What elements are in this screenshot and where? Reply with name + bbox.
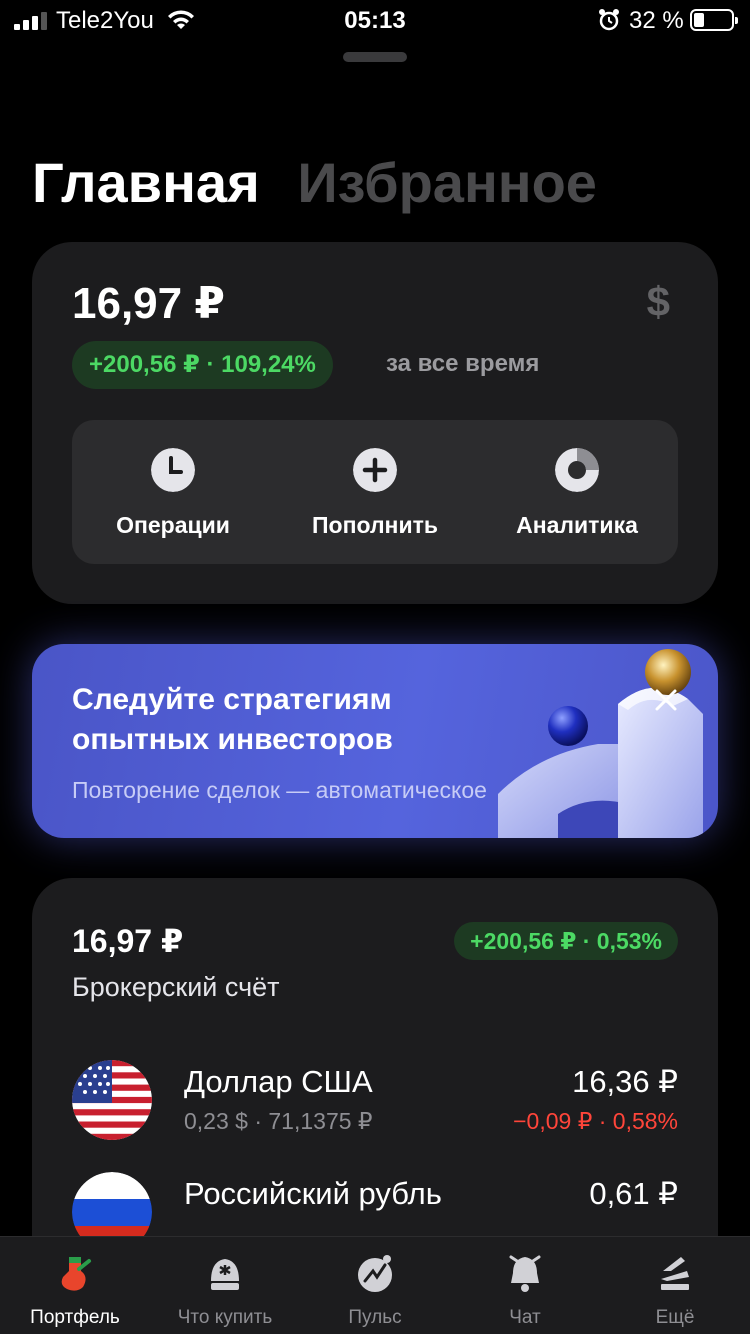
tab-more[interactable]: Ещё (600, 1237, 750, 1334)
portfolio-total: 16,97 ₽ (72, 279, 225, 328)
banner-subtitle: Повторение сделок — автоматическое (72, 777, 487, 803)
account-gain-badge: +200,56 ₽ · 0,53% (454, 922, 678, 960)
portfolio-icon (61, 1257, 91, 1291)
tab-favorites[interactable]: Избранное (297, 151, 597, 214)
close-icon[interactable] (648, 682, 684, 718)
top-up-button[interactable]: Пополнить (274, 420, 476, 564)
pulse-icon (358, 1255, 392, 1292)
top-up-label: Пополнить (312, 512, 438, 538)
tab-portfolio-label: Портфель (30, 1307, 120, 1328)
battery-icon (690, 9, 738, 31)
operations-label: Операции (116, 512, 230, 538)
bottom-tab-bar: Портфель Что купить Пульс Чат Ещё (0, 1236, 750, 1334)
tab-chat[interactable]: Чат (450, 1237, 600, 1334)
portfolio-card: 16,97 ₽ $ +200,56 ₽ · 109,24% за все вре… (32, 242, 718, 604)
brokerage-account-card[interactable]: 16,97 ₽ +200,56 ₽ · 0,53% Брокерский счё… (32, 878, 718, 1298)
tab-pulse-label: Пульс (348, 1307, 402, 1328)
banner-title: Следуйте стратегиям опытных инвесторов (72, 683, 393, 756)
tab-more-label: Ещё (655, 1307, 695, 1328)
clock-icon (151, 448, 195, 492)
tab-portfolio[interactable]: Портфель (0, 1237, 150, 1334)
title-tabs: Главная Избранное (32, 150, 619, 215)
holding-quantity: 0,23 $ · 71,1375 ₽ (184, 1108, 373, 1134)
tab-main[interactable]: Главная (32, 151, 260, 214)
holding-value: 16,36 ₽ (572, 1064, 678, 1099)
analytics-button[interactable]: Аналитика (476, 420, 678, 564)
tab-chat-label: Чат (509, 1307, 541, 1328)
status-bar: Tele2You 05:13 32 % (0, 0, 750, 42)
more-icon (661, 1257, 689, 1290)
battery-percent: 32 % (629, 7, 684, 34)
holding-name: Доллар США (184, 1064, 373, 1099)
strategies-banner[interactable]: Следуйте стратегиям опытных инвесторов П… (32, 644, 718, 838)
holding-value: 0,61 ₽ (589, 1176, 678, 1211)
analytics-label: Аналитика (516, 512, 638, 538)
tab-what-to-buy-label: Что купить (177, 1307, 273, 1328)
banner-illustration (498, 649, 703, 838)
operations-button[interactable]: Операции (72, 420, 274, 564)
what-to-buy-icon (211, 1259, 239, 1290)
holding-name: Российский рубль (184, 1176, 442, 1211)
sheet-grabber[interactable] (343, 52, 407, 62)
chat-bell-icon (509, 1255, 541, 1292)
plus-icon (353, 448, 397, 492)
holding-change: −0,09 ₽ · 0,58% (513, 1108, 678, 1134)
pie-chart-icon (555, 448, 599, 492)
actions-panel: Операции Пополнить Аналитика (72, 420, 678, 564)
alarm-icon (599, 9, 619, 31)
account-total: 16,97 ₽ (72, 923, 184, 959)
tab-what-to-buy[interactable]: Что купить (150, 1237, 300, 1334)
dollar-icon[interactable]: $ (647, 278, 670, 326)
gain-period-label[interactable]: за все время (386, 350, 539, 378)
tab-pulse[interactable]: Пульс (300, 1237, 450, 1334)
holding-row[interactable]: Доллар США 0,23 $ · 71,1375 ₽ 16,36 ₽ −0… (72, 1060, 678, 1150)
portfolio-gain-badge[interactable]: +200,56 ₽ · 109,24% (72, 341, 333, 389)
account-name: Брокерский счёт (72, 972, 280, 1002)
us-flag (72, 1060, 152, 1140)
